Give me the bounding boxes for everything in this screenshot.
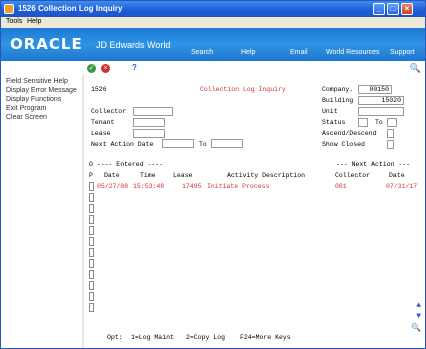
row-option-field[interactable] (89, 204, 94, 213)
footer-opt-label: Opt: (107, 334, 123, 341)
row-option-field[interactable] (89, 303, 94, 312)
nav-world-resources[interactable]: World Resources (326, 49, 380, 56)
window-title: 1526 Collection Log Inquiry (18, 4, 123, 13)
status-to-field[interactable] (387, 118, 397, 127)
application-window: 1526 Collection Log Inquiry _ □ × Tools … (0, 0, 426, 349)
collector-field[interactable] (133, 107, 173, 116)
maximize-button[interactable]: □ (387, 3, 399, 15)
close-button[interactable]: × (401, 3, 413, 15)
row-activity: Initiate Process (207, 183, 270, 190)
tenant-field[interactable] (133, 118, 165, 127)
nav-support[interactable]: Support (390, 49, 415, 56)
col-time-header: Time (140, 172, 156, 179)
next-action-group-header: --- Next Action --- (336, 161, 411, 168)
scroll-up-icon[interactable]: ▲ (416, 301, 421, 310)
menu-display-functions[interactable]: Display Functions (6, 96, 61, 103)
row-option-field[interactable] (89, 193, 94, 202)
footer-option-1: 1=Log Maint (131, 334, 174, 341)
row-option-field[interactable] (89, 215, 94, 224)
menu-exit-program[interactable]: Exit Program (6, 105, 46, 112)
row-option-field[interactable] (89, 226, 94, 235)
row-option-field[interactable] (89, 182, 94, 191)
company-field[interactable]: 00150 (358, 85, 392, 94)
building-label: Building (322, 97, 354, 104)
row-collector: 001 (335, 183, 347, 190)
status-label: Status (322, 119, 346, 126)
lease-field[interactable] (133, 129, 165, 138)
tenant-label: Tenant (91, 119, 115, 126)
menu-clear-screen[interactable]: Clear Screen (6, 114, 47, 121)
show-closed-label: Show Closed (322, 141, 365, 148)
row-option-field[interactable] (89, 259, 94, 268)
minimize-button[interactable]: _ (373, 3, 385, 15)
menu-display-error-message[interactable]: Display Error Message (6, 87, 77, 94)
row-option-field[interactable] (89, 270, 94, 279)
row-entered-time: 15:53:48 (133, 183, 165, 190)
col-p-header: P (89, 172, 93, 179)
show-closed-field[interactable] (387, 140, 394, 149)
help-icon[interactable]: ? (132, 63, 137, 72)
col-next-date-header: Date (389, 172, 405, 179)
ok-check-icon[interactable]: ✓ (87, 64, 96, 73)
row-option-field[interactable] (89, 292, 94, 301)
lease-label: Lease (91, 130, 111, 137)
building-field[interactable]: 15020 (358, 96, 404, 105)
ascend-descend-label: Ascend/Descend (322, 130, 377, 137)
nav-help[interactable]: Help (241, 49, 255, 56)
footer-f24-more-keys[interactable]: F24=More Keys (240, 334, 291, 341)
oracle-banner: ORACLE JD Edwards World Search Help Emai… (1, 28, 425, 61)
status-to-label: To (375, 119, 383, 126)
menu-field-sensitive-help[interactable]: Field Sensitive Help (6, 78, 68, 85)
menu-tools[interactable]: Tools (6, 18, 22, 25)
footer-option-2: 2=Copy Log (186, 334, 226, 341)
screen-title: Collection Log Inquiry (200, 86, 286, 93)
menu-help[interactable]: Help (27, 18, 41, 25)
row-option-field[interactable] (89, 237, 94, 246)
app-icon (4, 4, 14, 14)
search-icon[interactable]: 🔍 (410, 63, 421, 74)
zoom-icon[interactable]: 🔍 (411, 323, 421, 333)
col-date-header: Date (104, 172, 120, 179)
status-from-field[interactable] (358, 118, 368, 127)
nav-email[interactable]: Email (290, 49, 308, 56)
title-bar: 1526 Collection Log Inquiry _ □ × (1, 1, 425, 17)
left-function-panel: Field Sensitive Help Display Error Messa… (1, 75, 82, 348)
program-number: 1526 (91, 86, 107, 93)
unit-label: Unit (322, 108, 338, 115)
col-activity-header: Activity Description (227, 172, 306, 179)
oracle-logo: ORACLE (10, 35, 83, 53)
collector-label: Collector (91, 108, 127, 115)
entered-group-header: O ---- Entered ---- (89, 161, 164, 168)
jde-world-logo: JD Edwards World (96, 40, 171, 50)
row-lease: 17495 (182, 183, 202, 190)
row-entered-date: 05/27/08 (97, 183, 129, 190)
ascend-descend-field[interactable] (387, 129, 394, 138)
row-option-field[interactable] (89, 281, 94, 290)
col-collector-header: Collector (335, 172, 371, 179)
nav-search[interactable]: Search (191, 49, 213, 56)
next-action-date-label: Next Action Date (91, 141, 154, 148)
cancel-x-icon[interactable]: × (101, 64, 110, 73)
menu-bar: Tools Help (1, 17, 425, 28)
form-area: 1526 Collection Log Inquiry Company. 001… (84, 75, 425, 348)
next-action-to-label: To (199, 141, 207, 148)
toolbar: ✓ × ? 🔍 (84, 63, 425, 75)
col-lease-header: Lease (173, 172, 193, 179)
row-next-action-date: 07/31/17 (386, 183, 418, 190)
company-label: Company. (322, 86, 354, 93)
next-action-date-from-field[interactable] (162, 139, 194, 148)
row-option-field[interactable] (89, 248, 94, 257)
next-action-date-to-field[interactable] (211, 139, 243, 148)
unit-field[interactable] (358, 107, 404, 116)
scroll-down-icon[interactable]: ▼ (416, 312, 421, 321)
